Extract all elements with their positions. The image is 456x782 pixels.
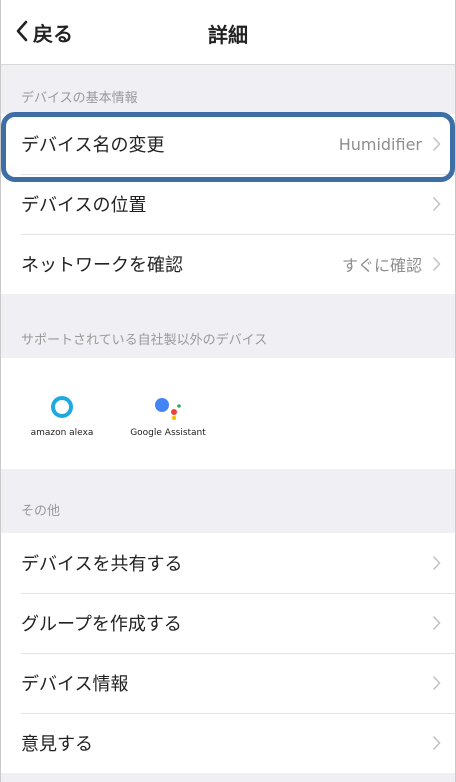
alexa-icon: [50, 390, 74, 424]
device-location-row[interactable]: デバイスの位置: [1, 174, 455, 234]
check-network-label: ネットワークを確認: [21, 255, 183, 276]
partner-services: amazon alexa Google Assistant: [1, 358, 455, 469]
google-assistant-icon: [153, 390, 183, 424]
chevron-right-icon: [432, 735, 441, 751]
google-assistant-partner[interactable]: Google Assistant: [123, 390, 213, 438]
chevron-right-icon: [432, 615, 441, 631]
device-info-label: デバイス情報: [21, 674, 129, 695]
rename-device-row[interactable]: デバイス名の変更 Humidifier: [1, 114, 455, 174]
alexa-label: amazon alexa: [30, 427, 94, 438]
google-assistant-label: Google Assistant: [130, 427, 206, 438]
chevron-right-icon: [432, 675, 441, 691]
check-now-value: すぐに確認: [341, 256, 422, 275]
page-title: 詳細: [208, 23, 248, 47]
check-network-row[interactable]: ネットワークを確認 すぐに確認: [1, 234, 455, 294]
alexa-partner[interactable]: amazon alexa: [17, 390, 107, 438]
device-name-value: Humidifier: [338, 134, 422, 154]
rename-device-label: デバイス名の変更: [21, 135, 165, 156]
feedback-row[interactable]: 意見する: [1, 713, 455, 773]
feedback-label: 意見する: [21, 734, 93, 755]
section-header-basic: デバイスの基本情報: [21, 91, 138, 106]
section-header-support: サポートされている自社製以外のデバイス: [21, 333, 268, 348]
create-group-row[interactable]: グループを作成する: [1, 593, 455, 653]
other-group: デバイスを共有する グループを作成する デバイス情報 意見する: [1, 533, 455, 773]
navigation-bar: 戻る 詳細: [1, 0, 455, 65]
device-location-label: デバイスの位置: [21, 195, 147, 216]
device-info-row[interactable]: デバイス情報: [1, 653, 455, 713]
share-device-row[interactable]: デバイスを共有する: [1, 533, 455, 593]
chevron-right-icon: [432, 136, 441, 152]
chevron-right-icon: [432, 555, 441, 571]
create-group-label: グループを作成する: [21, 614, 182, 635]
basic-info-group: デバイス名の変更 Humidifier デバイスの位置 ネットワークを確認 すぐ…: [1, 114, 455, 294]
section-header-other: その他: [21, 504, 61, 519]
share-device-label: デバイスを共有する: [21, 554, 183, 575]
chevron-right-icon: [432, 256, 441, 272]
chevron-right-icon: [432, 196, 441, 212]
